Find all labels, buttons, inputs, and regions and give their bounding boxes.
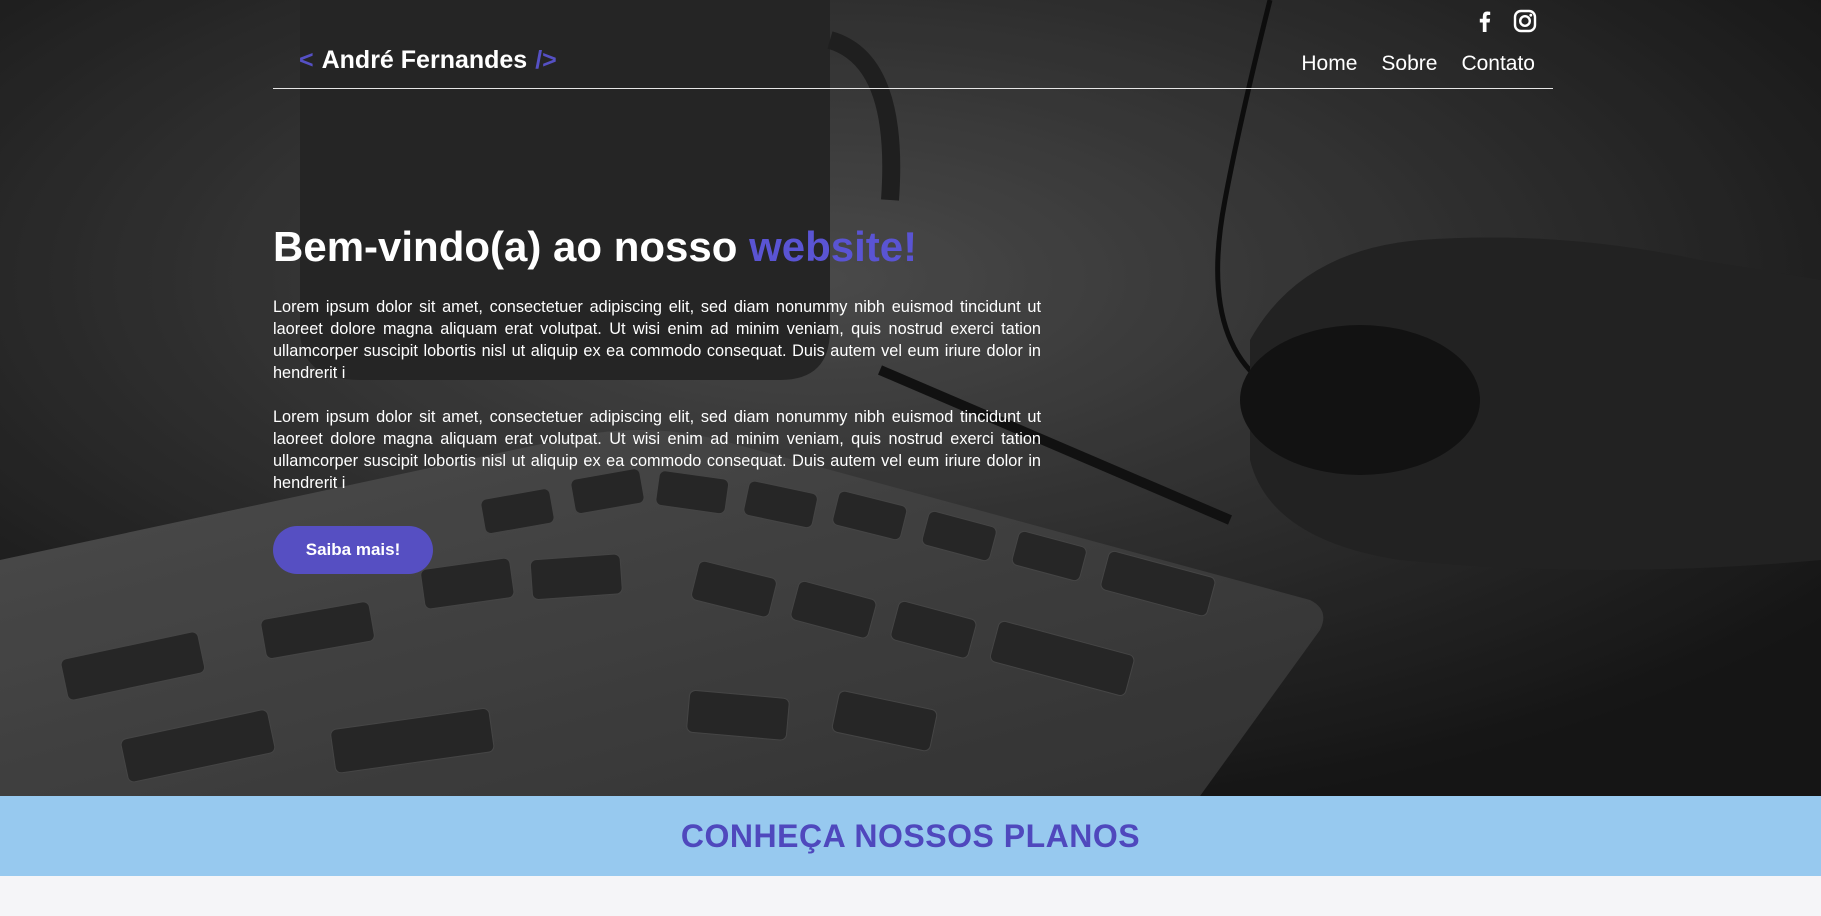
logo-open-bracket: < <box>299 46 314 74</box>
hero-title-accent: website! <box>749 223 918 270</box>
nav-home[interactable]: Home <box>1301 52 1357 76</box>
plans-content-area <box>0 876 1821 916</box>
saiba-mais-button[interactable]: Saiba mais! <box>273 526 433 575</box>
hero-paragraph-2: Lorem ipsum dolor sit amet, consectetuer… <box>273 408 1041 493</box>
facebook-icon[interactable] <box>1472 8 1498 34</box>
plans-section-header: CONHEÇA NOSSOS PLANOS <box>0 796 1821 876</box>
hero-content: Bem-vindo(a) ao nosso website! Lorem ips… <box>273 222 1041 575</box>
hero-paragraph-1: Lorem ipsum dolor sit amet, consectetuer… <box>273 298 1041 383</box>
site-logo[interactable]: < André Fernandes /> <box>299 46 557 75</box>
hero-section: < André Fernandes /> Home Sobre Contato … <box>0 0 1821 796</box>
hero-title-main: Bem-vindo(a) ao nosso <box>273 223 738 270</box>
nav-sobre[interactable]: Sobre <box>1381 52 1437 76</box>
social-links <box>1472 8 1538 34</box>
logo-name: André Fernandes <box>321 46 528 74</box>
logo-close-bracket: /> <box>535 46 557 74</box>
site-header: < André Fernandes /> Home Sobre Contato <box>273 40 1553 89</box>
instagram-icon[interactable] <box>1512 8 1538 34</box>
plans-title: CONHEÇA NOSSOS PLANOS <box>680 817 1141 854</box>
nav-contato[interactable]: Contato <box>1461 52 1535 76</box>
hero-title: Bem-vindo(a) ao nosso website! <box>273 222 1041 272</box>
main-nav: Home Sobre Contato <box>1301 52 1535 76</box>
